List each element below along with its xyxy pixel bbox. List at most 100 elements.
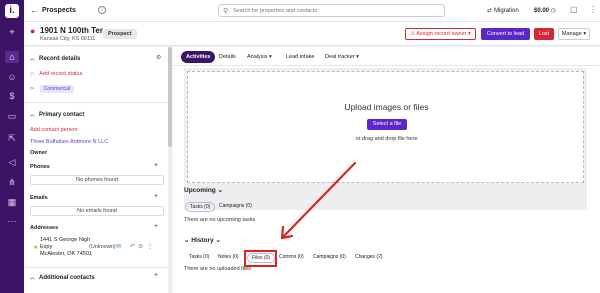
tab-divider (173, 65, 600, 66)
primary-contact-title: Primary contact (39, 112, 85, 118)
upcoming-tab-campaigns[interactable]: Campaigns (0) (219, 203, 252, 209)
search-icon: ⚲ (223, 8, 229, 15)
company-name-link[interactable]: Three Buffaloes Ardmore N LLC (30, 139, 108, 145)
phones-label: Phones (30, 164, 50, 170)
tab-activities[interactable]: Activities (181, 51, 216, 63)
additional-contacts-title: Additional contacts (39, 275, 95, 281)
chevron-down-icon: ⌄ (184, 237, 190, 244)
primary-contact-header[interactable]: ︿ Primary contact (30, 111, 84, 118)
left-scrollbar[interactable] (168, 47, 172, 293)
assign-owner-button[interactable]: ⚠ Assign record owner ▾ (405, 28, 476, 40)
no-emails-box: No emails found (30, 206, 164, 216)
history-tab-tasks[interactable]: Tasks (0) (189, 254, 209, 260)
manage-label: Manage (561, 31, 582, 37)
upload-section: Upload images or files Select a file or … (184, 68, 587, 210)
record-details-title: Record details (39, 56, 81, 62)
manage-button[interactable]: Manage ▾ (558, 28, 590, 40)
category-row: ⊳ Commercial (30, 85, 75, 93)
owner-label: Owner (30, 150, 48, 156)
tab-analysis[interactable]: Analysis ▾ (247, 51, 272, 63)
migration-label: Migration (494, 8, 519, 14)
chevron-up-icon: ︿ (30, 112, 36, 118)
history-tab-campaigns[interactable]: Campaigns (0) (313, 254, 346, 260)
chevron-up-icon: ︿ (30, 56, 36, 62)
more-vertical-icon[interactable]: ⋮ (147, 243, 153, 250)
scrollbar-thumb[interactable] (168, 47, 172, 147)
kebab-menu-icon[interactable]: ⋮ (589, 5, 597, 14)
history-tab-comms[interactable]: Comms (0) (279, 254, 304, 260)
nav-rail: i. ⌖ ⌂ ☺ $ ▭ ⇱ ◁ ⋔ ▦ ⋯ (0, 0, 24, 293)
history-tab-changes[interactable]: Changes (2) (355, 254, 383, 260)
tab-analysis-label: Analysis (247, 54, 268, 60)
upload-title: Upload images or files (344, 102, 429, 112)
info-icon[interactable]: i (98, 6, 106, 14)
lost-button[interactable]: Lost (534, 28, 554, 40)
add-phone-icon[interactable]: + (154, 162, 158, 169)
address-line3: McAlester, OK 74501 (40, 251, 92, 257)
ban-icon[interactable]: ⊘ (138, 243, 143, 250)
top-bar: ← Prospects i ⚲ ⇄Migration $0.00 ◷ ▢ ⋮ (24, 0, 600, 22)
add-email-icon[interactable]: + (154, 193, 158, 200)
category-tag[interactable]: Commercial (39, 85, 75, 93)
record-header: ● 1901 N 100th Ter Kansas City, KS 66111… (24, 22, 600, 46)
org-chart-icon[interactable]: ⋔ (5, 176, 19, 188)
gear-icon[interactable]: ⚙ (156, 54, 161, 61)
migration-link[interactable]: ⇄ Migration (487, 7, 519, 14)
breadcrumb[interactable]: Prospects (42, 7, 76, 14)
more-icon[interactable]: ⋯ (5, 215, 19, 227)
add-status-link[interactable]: Add record status (39, 71, 82, 77)
clock-icon: ◷ (550, 8, 556, 14)
users-icon[interactable]: ☺ (5, 71, 19, 83)
history-empty-text: There are no uploaded files (184, 266, 251, 272)
dollar-icon[interactable]: $ (5, 90, 19, 102)
balance-display[interactable]: $0.00 ◷ (534, 7, 556, 14)
megaphone-icon[interactable]: ◁ (5, 156, 19, 168)
mail-check-icon[interactable]: ✉ (116, 243, 121, 250)
star-icon[interactable]: ★ (33, 244, 38, 251)
tab-details[interactable]: Details (219, 51, 236, 63)
upload-dropzone[interactable]: Upload images or files Select a file or … (187, 71, 584, 183)
export-icon[interactable]: ⇱ (5, 132, 19, 144)
balance-value: $0.00 (534, 8, 550, 14)
location-pin-icon: ● (30, 26, 36, 36)
chevron-down-icon: ⌄ (215, 237, 221, 244)
address-type: (Unknown) (89, 244, 116, 250)
search-box[interactable]: ⚲ (218, 4, 445, 17)
address-line1: 1441 S George Nigh (40, 237, 91, 243)
tag-icon: ◇ (30, 71, 35, 77)
tab-lead-intake[interactable]: Lead intake (286, 51, 314, 63)
label-icon: ⊳ (30, 86, 35, 92)
home-icon[interactable]: ⌂ (5, 51, 19, 63)
status-badge: Prospect (103, 29, 137, 39)
add-contact-link[interactable]: Add contact person (30, 127, 77, 133)
upcoming-tab-tasks[interactable]: Tasks (0) (185, 202, 216, 212)
emails-label: Emails (30, 195, 48, 201)
record-details-header[interactable]: ︿ Record details (30, 55, 80, 62)
upcoming-header[interactable]: Upcoming ⌄ (184, 186, 223, 194)
app-logo[interactable]: i. (5, 4, 19, 18)
chat-icon[interactable]: ▢ (570, 5, 578, 14)
chevron-down-icon: ⌄ (217, 187, 224, 194)
chevron-up-icon: ︿ (30, 275, 36, 281)
add-additional-contact-icon[interactable]: + (154, 272, 158, 279)
upcoming-title: Upcoming (184, 187, 216, 194)
search-input[interactable] (233, 7, 433, 15)
add-status-row[interactable]: ◇ Add record status (30, 71, 82, 77)
addresses-label: Addresses (30, 225, 59, 231)
history-header[interactable]: ⌄ History ⌄ (184, 236, 221, 244)
main-panel: Activities Details Analysis ▾ Lead intak… (173, 47, 600, 293)
add-address-icon[interactable]: + (154, 223, 158, 230)
inbox-icon[interactable]: ▭ (5, 110, 19, 122)
grid-icon[interactable]: ▦ (5, 196, 19, 208)
back-arrow-icon[interactable]: ← (30, 5, 39, 15)
undo-icon[interactable]: ↶ (130, 243, 135, 250)
tab-deal-tracker[interactable]: Deal tracker ▾ (325, 51, 359, 63)
additional-contacts-header[interactable]: ︿ Additional contacts (30, 274, 95, 281)
history-tab-notes[interactable]: Notes (0) (218, 254, 239, 260)
migration-icon: ⇄ (487, 8, 493, 14)
divider (24, 267, 172, 268)
scan-icon[interactable]: ⌖ (5, 26, 19, 38)
upcoming-empty-text: There are no upcoming tasks (184, 217, 256, 223)
convert-to-lead-button[interactable]: Convert to lead (481, 28, 530, 40)
select-file-button[interactable]: Select a file (367, 119, 407, 130)
